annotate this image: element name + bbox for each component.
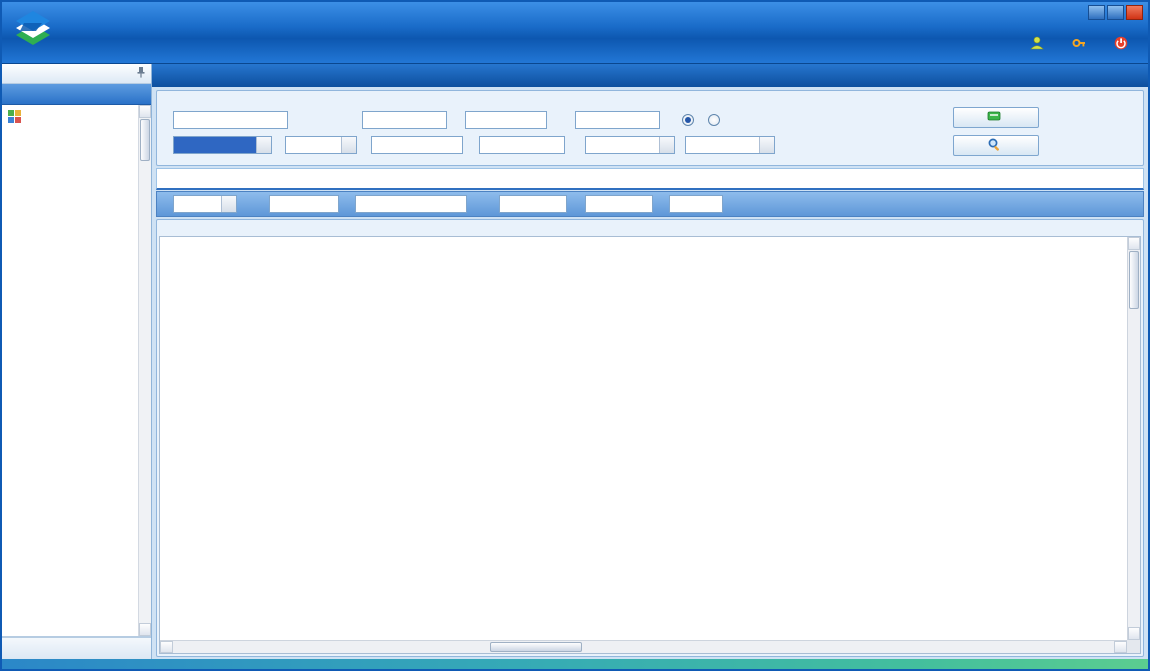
user-icon [1030, 36, 1044, 53]
search-icon [987, 137, 1001, 154]
location-input[interactable] [465, 111, 547, 129]
status-strip [2, 659, 1148, 669]
sidebar [2, 64, 152, 659]
clear-icon [987, 110, 1001, 125]
main-panel [152, 64, 1148, 659]
clear-conditions-button[interactable] [953, 107, 1039, 128]
window-controls [1088, 5, 1143, 20]
color-input[interactable] [269, 195, 339, 213]
keeper-input[interactable] [479, 136, 565, 154]
scrollbar-corner [1127, 640, 1140, 653]
stats-section-header[interactable] [2, 84, 151, 105]
whole-scrap-value [174, 196, 221, 212]
scroll-left-icon[interactable] [160, 641, 173, 653]
close-button[interactable] [1126, 5, 1143, 20]
whole-scrap-select[interactable] [173, 195, 237, 213]
material-tabstrip [156, 168, 1144, 190]
audit-value [286, 137, 341, 153]
out-type-value [174, 137, 256, 153]
length-input[interactable] [669, 195, 723, 213]
project-name-input[interactable] [173, 111, 288, 129]
app-logo-icon [12, 11, 54, 54]
titlebar [2, 2, 1148, 64]
body [2, 64, 1148, 659]
date-to-value [686, 137, 759, 153]
vertical-scrollbar-thumb[interactable] [1129, 251, 1139, 309]
tree-root[interactable] [2, 108, 151, 127]
chevron-down-icon [341, 137, 356, 153]
minimize-button[interactable] [1088, 5, 1105, 20]
radio-selected-icon [682, 114, 694, 126]
function-list-header [2, 64, 151, 84]
app-window [0, 0, 1150, 671]
sidebar-footer [2, 637, 151, 659]
query-conditions-group [156, 90, 1144, 166]
stats-tree [2, 105, 151, 637]
date-from-value [586, 137, 659, 153]
chevron-down-icon [221, 196, 236, 212]
tree-scrollbar[interactable] [138, 105, 151, 636]
warehouse-input[interactable] [362, 111, 447, 129]
results-group-title [157, 220, 1143, 236]
scroll-up-icon[interactable] [1128, 237, 1140, 250]
user-area [1030, 36, 1134, 53]
workarea [152, 87, 1148, 659]
chevron-down-icon [759, 137, 774, 153]
scroll-up-icon[interactable] [139, 105, 151, 118]
profile-name-input[interactable] [585, 195, 653, 213]
search-button[interactable] [953, 135, 1039, 156]
profile-filter-bar [156, 191, 1144, 217]
chevron-down-icon [256, 137, 271, 153]
date-from-select[interactable] [585, 136, 675, 154]
audit-select[interactable] [285, 136, 357, 154]
horizontal-scrollbar[interactable] [160, 640, 1127, 653]
manufacturer-input[interactable] [355, 195, 467, 213]
horizontal-scrollbar-thumb[interactable] [490, 642, 582, 652]
radio-jiazhuang[interactable] [708, 114, 724, 126]
stats-root-icon [8, 110, 21, 126]
order-no-input[interactable] [575, 111, 660, 129]
out-type-select[interactable] [173, 136, 272, 154]
maximize-button[interactable] [1107, 5, 1124, 20]
product-type-input[interactable] [371, 136, 463, 154]
vertical-scrollbar[interactable] [1127, 237, 1140, 640]
document-tabstrip [152, 64, 1148, 87]
query-group-title [157, 91, 1143, 107]
change-password-icon [1072, 36, 1086, 53]
profile-code-input[interactable] [499, 195, 567, 213]
grid-viewport [160, 237, 1127, 640]
query-results-group [156, 219, 1144, 657]
results-grid [159, 236, 1141, 654]
pin-icon[interactable] [136, 66, 146, 81]
radio-unselected-icon [708, 114, 720, 126]
chevron-down-icon [659, 137, 674, 153]
scroll-down-icon[interactable] [139, 623, 151, 636]
date-to-select[interactable] [685, 136, 775, 154]
scroll-right-icon[interactable] [1114, 641, 1127, 653]
radio-gongzhuang[interactable] [682, 114, 698, 126]
tree-scrollbar-thumb[interactable] [140, 119, 150, 161]
scroll-down-icon[interactable] [1128, 627, 1140, 640]
logout-icon [1114, 36, 1128, 53]
